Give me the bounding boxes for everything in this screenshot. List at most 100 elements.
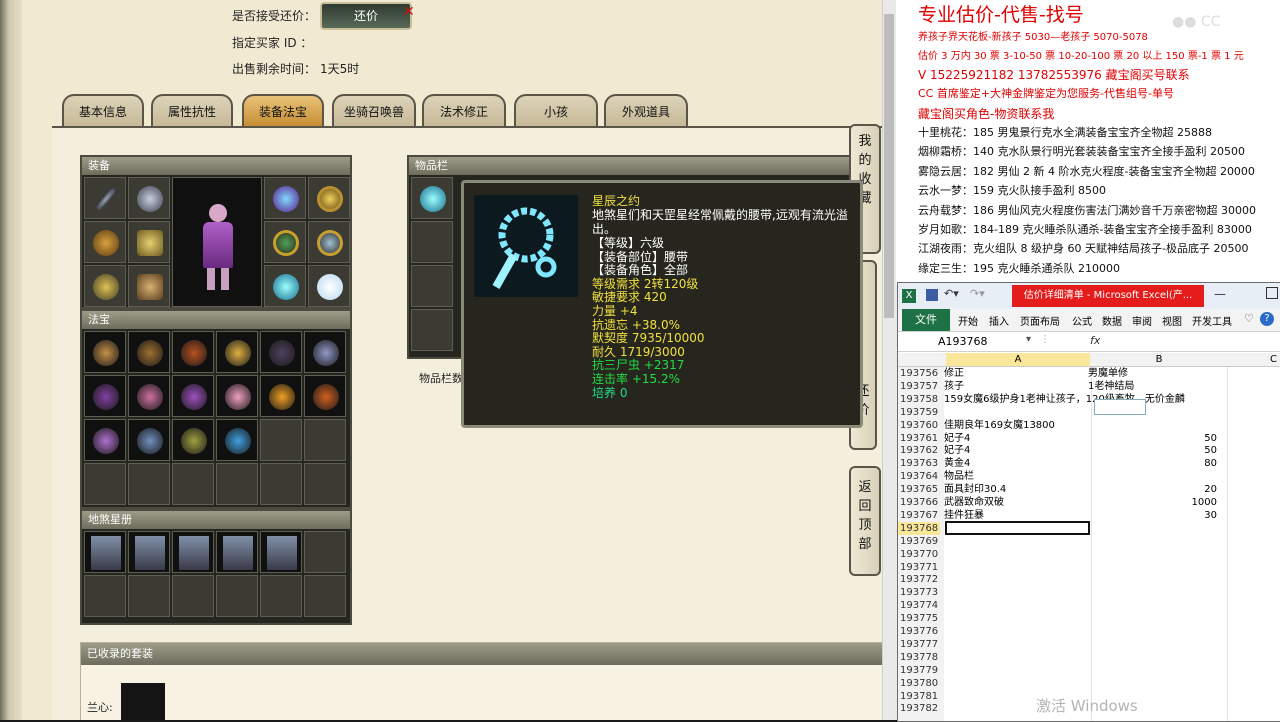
inventory-slot[interactable] [411,265,453,307]
cell-b-number[interactable]: 50 [1204,432,1217,445]
ribbon-tab-home[interactable]: 开始 [958,313,978,328]
treasure-slot[interactable] [172,375,214,417]
treasure-slot[interactable] [304,419,346,461]
treasure-slot[interactable] [260,419,302,461]
row-number[interactable]: 193760 [898,419,940,432]
bargain-button[interactable]: 还价 [320,2,412,30]
excel-row[interactable]: 193761 妃子4 50 [898,432,1275,445]
redo-icon[interactable]: ↷▾ [970,287,985,300]
lanxin-item-slot[interactable] [121,683,165,720]
excel-row[interactable]: 193756 修正 男魔单修 [898,367,1275,380]
excel-row[interactable]: 193772 [898,573,1275,586]
equip-slot-helmet[interactable] [264,177,306,219]
star-card-slot[interactable] [172,531,214,573]
cell-b[interactable]: 1老神结局 [1088,380,1134,393]
row-number[interactable]: 193782 [898,702,940,715]
ribbon-tab-review[interactable]: 审阅 [1132,313,1152,328]
cell-a[interactable]: 孩子 [944,380,964,393]
equip-slot-ring2[interactable] [308,221,350,263]
star-card-slot[interactable] [216,575,258,617]
row-number[interactable]: 193778 [898,651,940,664]
cell-a[interactable]: 物品栏 [944,470,974,483]
treasure-slot[interactable] [172,419,214,461]
row-number[interactable]: 193759 [898,406,940,419]
treasure-slot[interactable] [216,419,258,461]
cell-a[interactable]: 黄金4 [944,457,970,470]
treasure-slot[interactable] [304,331,346,373]
cell-a[interactable]: 修正 [944,367,964,380]
excel-row[interactable]: 193775 [898,612,1275,625]
row-number[interactable]: 193770 [898,548,940,561]
star-card-slot[interactable] [128,531,170,573]
row-number[interactable]: 193758 [898,393,940,406]
treasure-slot[interactable] [128,375,170,417]
cell-b-number[interactable]: 20 [1204,483,1217,496]
treasure-slot[interactable] [84,419,126,461]
ribbon-tab-developer[interactable]: 开发工具 [1192,313,1232,328]
tab-spell-correction[interactable]: 法术修正 [422,94,506,128]
tab-mounts[interactable]: 坐骑召唤兽 [332,94,416,128]
cell-b[interactable]: 男魔单修 [1088,367,1128,380]
equip-slot-armor[interactable] [128,221,170,263]
fx-label[interactable]: fx [1090,334,1100,347]
cell-b-number[interactable]: 80 [1204,457,1217,470]
treasure-slot[interactable] [84,331,126,373]
row-number[interactable]: 193777 [898,638,940,651]
row-number[interactable]: 193757 [898,380,940,393]
equip-slot-belt[interactable] [264,265,306,307]
treasure-slot[interactable] [128,419,170,461]
row-number[interactable]: 193775 [898,612,940,625]
treasure-slot[interactable] [216,331,258,373]
close-icon[interactable]: ✕ [403,4,415,20]
cell-b-number[interactable]: 1000 [1192,496,1217,509]
cell-a[interactable]: 妃子4 [944,444,970,457]
cell-b-number[interactable]: 50 [1204,444,1217,457]
undo-icon[interactable]: ↶▾ [944,287,959,300]
row-number[interactable]: 193763 [898,457,940,470]
treasure-slot[interactable] [260,375,302,417]
equip-slot-ornament[interactable] [84,265,126,307]
column-header-a[interactable]: A [946,353,1090,366]
excel-row[interactable]: 193765 面具封印30.4 20 [898,483,1275,496]
treasure-slot[interactable] [172,331,214,373]
name-box-dropdown-icon[interactable]: ▾ [1026,334,1031,345]
row-number[interactable]: 193774 [898,599,940,612]
cell-a[interactable]: 面具封印30.4 [944,483,1006,496]
row-number[interactable]: 193766 [898,496,940,509]
tab-attributes[interactable]: 属性抗性 [151,94,233,128]
row-number[interactable]: 193764 [898,470,940,483]
star-card-slot[interactable] [260,531,302,573]
maximize-icon[interactable] [1266,287,1278,299]
star-card-slot[interactable] [128,575,170,617]
equip-slot-boots[interactable] [128,265,170,307]
excel-row[interactable]: 193762 妃子4 50 [898,444,1275,457]
equip-slot-glove[interactable] [84,221,126,263]
tab-basic-info[interactable]: 基本信息 [62,94,144,128]
equip-slot-necklace[interactable] [308,177,350,219]
save-icon[interactable] [926,289,938,301]
treasure-slot[interactable] [84,463,126,505]
inventory-slot[interactable] [411,221,453,263]
star-card-slot[interactable] [84,575,126,617]
excel-row[interactable]: 193769 [898,535,1275,548]
excel-row[interactable]: 193766 武器致命双破 1000 [898,496,1275,509]
help-icon[interactable]: ? [1260,312,1274,326]
treasure-slot[interactable] [216,463,258,505]
treasure-slot[interactable] [84,375,126,417]
back-to-top-button[interactable]: 返回顶部 [849,466,881,576]
inventory-slot[interactable] [411,309,453,351]
excel-row[interactable]: 193773 [898,586,1275,599]
tab-child[interactable]: 小孩 [514,94,598,128]
cell-b-number[interactable]: 30 [1204,509,1217,522]
cell-a[interactable]: 挂件狂暴 [944,509,984,522]
row-number[interactable]: 193771 [898,561,940,574]
excel-row[interactable]: 193774 [898,599,1275,612]
heart-icon[interactable]: ♡ [1244,312,1254,325]
treasure-slot[interactable] [128,463,170,505]
column-header-b[interactable]: B [1092,353,1226,366]
star-card-slot[interactable] [216,531,258,573]
ribbon-tab-data[interactable]: 数据 [1102,313,1122,328]
name-box[interactable]: A193768 [938,335,988,348]
paste-options-icon[interactable] [1094,399,1146,415]
row-number[interactable]: 193776 [898,625,940,638]
